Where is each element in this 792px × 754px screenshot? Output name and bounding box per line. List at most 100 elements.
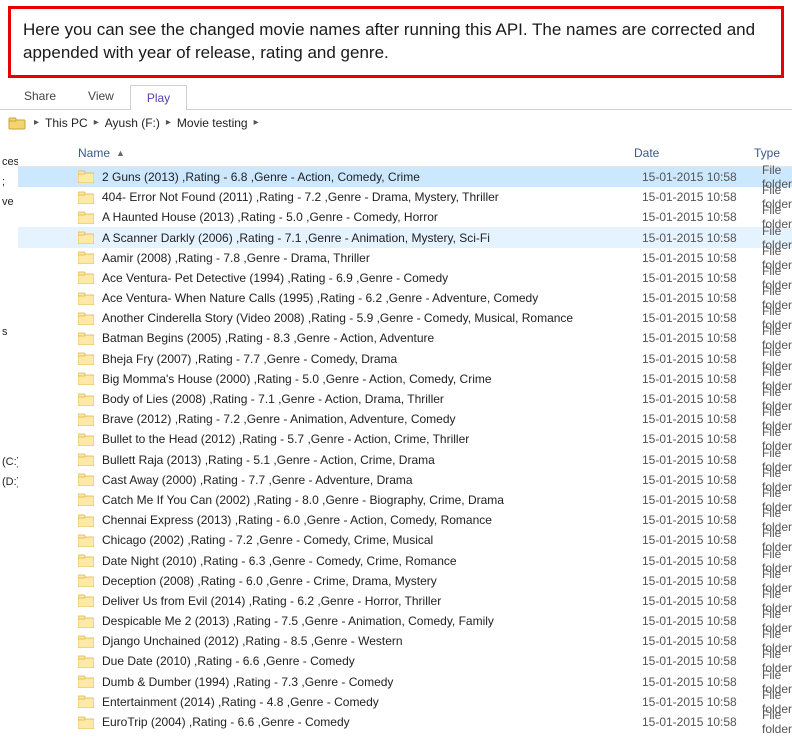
sort-asc-icon: ▲ bbox=[116, 148, 125, 158]
tab-view[interactable]: View bbox=[72, 84, 130, 109]
table-row[interactable]: Dumb & Dumber (1994) ,Rating - 7.3 ,Genr… bbox=[18, 672, 792, 692]
table-row[interactable]: EuroTrip (2004) ,Rating - 6.6 ,Genre - C… bbox=[18, 712, 792, 732]
folder-icon bbox=[78, 615, 94, 628]
tab-share[interactable]: Share bbox=[8, 84, 72, 109]
file-date: 15-01-2015 10:58 bbox=[642, 574, 762, 588]
table-row[interactable]: Ace Ventura- When Nature Calls (1995) ,R… bbox=[18, 288, 792, 308]
table-row[interactable]: Chicago (2002) ,Rating - 7.2 ,Genre - Co… bbox=[18, 530, 792, 550]
file-date: 15-01-2015 10:58 bbox=[642, 231, 762, 245]
sidebar-item[interactable]: ve bbox=[0, 192, 18, 212]
file-name: Deliver Us from Evil (2014) ,Rating - 6.… bbox=[102, 594, 642, 608]
file-date: 15-01-2015 10:58 bbox=[642, 654, 762, 668]
header-name[interactable]: Name ▲ bbox=[78, 146, 634, 160]
file-name: Big Momma's House (2000) ,Rating - 5.0 ,… bbox=[102, 372, 642, 386]
file-date: 15-01-2015 10:58 bbox=[642, 453, 762, 467]
file-date: 15-01-2015 10:58 bbox=[642, 554, 762, 568]
folder-icon bbox=[78, 251, 94, 264]
file-date: 15-01-2015 10:58 bbox=[642, 271, 762, 285]
file-name: 404- Error Not Found (2011) ,Rating - 7.… bbox=[102, 190, 642, 204]
table-row[interactable]: Brave (2012) ,Rating - 7.2 ,Genre - Anim… bbox=[18, 409, 792, 429]
tab-play[interactable]: Play bbox=[130, 85, 187, 110]
folder-icon bbox=[78, 292, 94, 305]
folder-icon bbox=[78, 433, 94, 446]
file-date: 15-01-2015 10:58 bbox=[642, 594, 762, 608]
folder-icon bbox=[78, 635, 94, 648]
folder-icon bbox=[78, 534, 94, 547]
file-date: 15-01-2015 10:58 bbox=[642, 251, 762, 265]
folder-icon bbox=[78, 211, 94, 224]
sidebar-item[interactable]: ces bbox=[0, 152, 18, 172]
file-name: Batman Begins (2005) ,Rating - 8.3 ,Genr… bbox=[102, 331, 642, 345]
table-row[interactable]: Deliver Us from Evil (2014) ,Rating - 6.… bbox=[18, 591, 792, 611]
breadcrumb-item-folder[interactable]: Movie testing bbox=[175, 116, 250, 130]
folder-icon bbox=[78, 675, 94, 688]
table-row[interactable]: Body of Lies (2008) ,Rating - 7.1 ,Genre… bbox=[18, 389, 792, 409]
sidebar-item[interactable]: (D:) bbox=[0, 472, 18, 492]
file-date: 15-01-2015 10:58 bbox=[642, 614, 762, 628]
table-row[interactable]: Date Night (2010) ,Rating - 6.3 ,Genre -… bbox=[18, 550, 792, 570]
ribbon-tabs: Share View Play bbox=[0, 84, 792, 110]
table-row[interactable]: Big Momma's House (2000) ,Rating - 5.0 ,… bbox=[18, 369, 792, 389]
file-name: Body of Lies (2008) ,Rating - 7.1 ,Genre… bbox=[102, 392, 642, 406]
table-row[interactable]: Django Unchained (2012) ,Rating - 8.5 ,G… bbox=[18, 631, 792, 651]
column-headers: Name ▲ Date Type bbox=[18, 140, 792, 167]
sidebar-item[interactable]: (C:) bbox=[0, 452, 18, 472]
file-list-pane: Name ▲ Date Type 2 Guns (2013) ,Rating -… bbox=[18, 140, 792, 732]
chevron-right-icon[interactable]: ▸ bbox=[162, 117, 175, 128]
table-row[interactable]: A Haunted House (2013) ,Rating - 5.0 ,Ge… bbox=[18, 207, 792, 227]
table-row[interactable]: Cast Away (2000) ,Rating - 7.7 ,Genre - … bbox=[18, 470, 792, 490]
table-row[interactable]: Bheja Fry (2007) ,Rating - 7.7 ,Genre - … bbox=[18, 349, 792, 369]
table-row[interactable]: Chennai Express (2013) ,Rating - 6.0 ,Ge… bbox=[18, 510, 792, 530]
table-row[interactable]: Batman Begins (2005) ,Rating - 8.3 ,Genr… bbox=[18, 328, 792, 348]
breadcrumb: ▸ This PC ▸ Ayush (F:) ▸ Movie testing ▸ bbox=[0, 110, 792, 140]
table-row[interactable]: Entertainment (2014) ,Rating - 4.8 ,Genr… bbox=[18, 692, 792, 712]
file-date: 15-01-2015 10:58 bbox=[642, 331, 762, 345]
file-name: Catch Me If You Can (2002) ,Rating - 8.0… bbox=[102, 493, 642, 507]
table-row[interactable]: 404- Error Not Found (2011) ,Rating - 7.… bbox=[18, 187, 792, 207]
folder-icon bbox=[78, 271, 94, 284]
file-date: 15-01-2015 10:58 bbox=[642, 493, 762, 507]
sidebar-item[interactable]: s bbox=[0, 322, 18, 342]
table-row[interactable]: A Scanner Darkly (2006) ,Rating - 7.1 ,G… bbox=[18, 227, 792, 247]
header-date[interactable]: Date bbox=[634, 146, 754, 160]
table-row[interactable]: 2 Guns (2013) ,Rating - 6.8 ,Genre - Act… bbox=[18, 167, 792, 187]
folder-icon bbox=[78, 594, 94, 607]
annotation-banner: Here you can see the changed movie names… bbox=[8, 6, 784, 78]
file-name: Brave (2012) ,Rating - 7.2 ,Genre - Anim… bbox=[102, 412, 642, 426]
sidebar-item[interactable]: ; bbox=[0, 172, 18, 192]
table-row[interactable]: Catch Me If You Can (2002) ,Rating - 8.0… bbox=[18, 490, 792, 510]
table-row[interactable]: Aamir (2008) ,Rating - 7.8 ,Genre - Dram… bbox=[18, 248, 792, 268]
file-name: Dumb & Dumber (1994) ,Rating - 7.3 ,Genr… bbox=[102, 675, 642, 689]
table-row[interactable]: Due Date (2010) ,Rating - 6.6 ,Genre - C… bbox=[18, 651, 792, 671]
folder-icon bbox=[78, 514, 94, 527]
file-name: Due Date (2010) ,Rating - 6.6 ,Genre - C… bbox=[102, 654, 642, 668]
breadcrumb-item-pc[interactable]: This PC bbox=[43, 116, 90, 130]
file-date: 15-01-2015 10:58 bbox=[642, 473, 762, 487]
nav-sidebar: ces ; ve s (C:) (D:) bbox=[0, 140, 18, 732]
file-name: Deception (2008) ,Rating - 6.0 ,Genre - … bbox=[102, 574, 642, 588]
file-name: Ace Ventura- Pet Detective (1994) ,Ratin… bbox=[102, 271, 642, 285]
breadcrumb-item-drive[interactable]: Ayush (F:) bbox=[103, 116, 162, 130]
chevron-right-icon[interactable]: ▸ bbox=[90, 117, 103, 128]
folder-icon bbox=[78, 695, 94, 708]
table-row[interactable]: Another Cinderella Story (Video 2008) ,R… bbox=[18, 308, 792, 328]
file-date: 15-01-2015 10:58 bbox=[642, 412, 762, 426]
drive-icon bbox=[8, 116, 26, 130]
file-date: 15-01-2015 10:58 bbox=[642, 533, 762, 547]
chevron-right-icon[interactable]: ▸ bbox=[250, 117, 263, 128]
file-name: Cast Away (2000) ,Rating - 7.7 ,Genre - … bbox=[102, 473, 642, 487]
header-name-label: Name bbox=[78, 146, 110, 160]
header-type[interactable]: Type bbox=[754, 146, 792, 160]
table-row[interactable]: Ace Ventura- Pet Detective (1994) ,Ratin… bbox=[18, 268, 792, 288]
table-row[interactable]: Bullett Raja (2013) ,Rating - 5.1 ,Genre… bbox=[18, 450, 792, 470]
file-name: Aamir (2008) ,Rating - 7.8 ,Genre - Dram… bbox=[102, 251, 642, 265]
table-row[interactable]: Bullet to the Head (2012) ,Rating - 5.7 … bbox=[18, 429, 792, 449]
file-name: Entertainment (2014) ,Rating - 4.8 ,Genr… bbox=[102, 695, 642, 709]
folder-icon bbox=[78, 352, 94, 365]
file-name: Chicago (2002) ,Rating - 7.2 ,Genre - Co… bbox=[102, 533, 642, 547]
file-date: 15-01-2015 10:58 bbox=[642, 675, 762, 689]
table-row[interactable]: Deception (2008) ,Rating - 6.0 ,Genre - … bbox=[18, 571, 792, 591]
chevron-right-icon[interactable]: ▸ bbox=[30, 117, 43, 128]
table-row[interactable]: Despicable Me 2 (2013) ,Rating - 7.5 ,Ge… bbox=[18, 611, 792, 631]
folder-icon bbox=[78, 655, 94, 668]
